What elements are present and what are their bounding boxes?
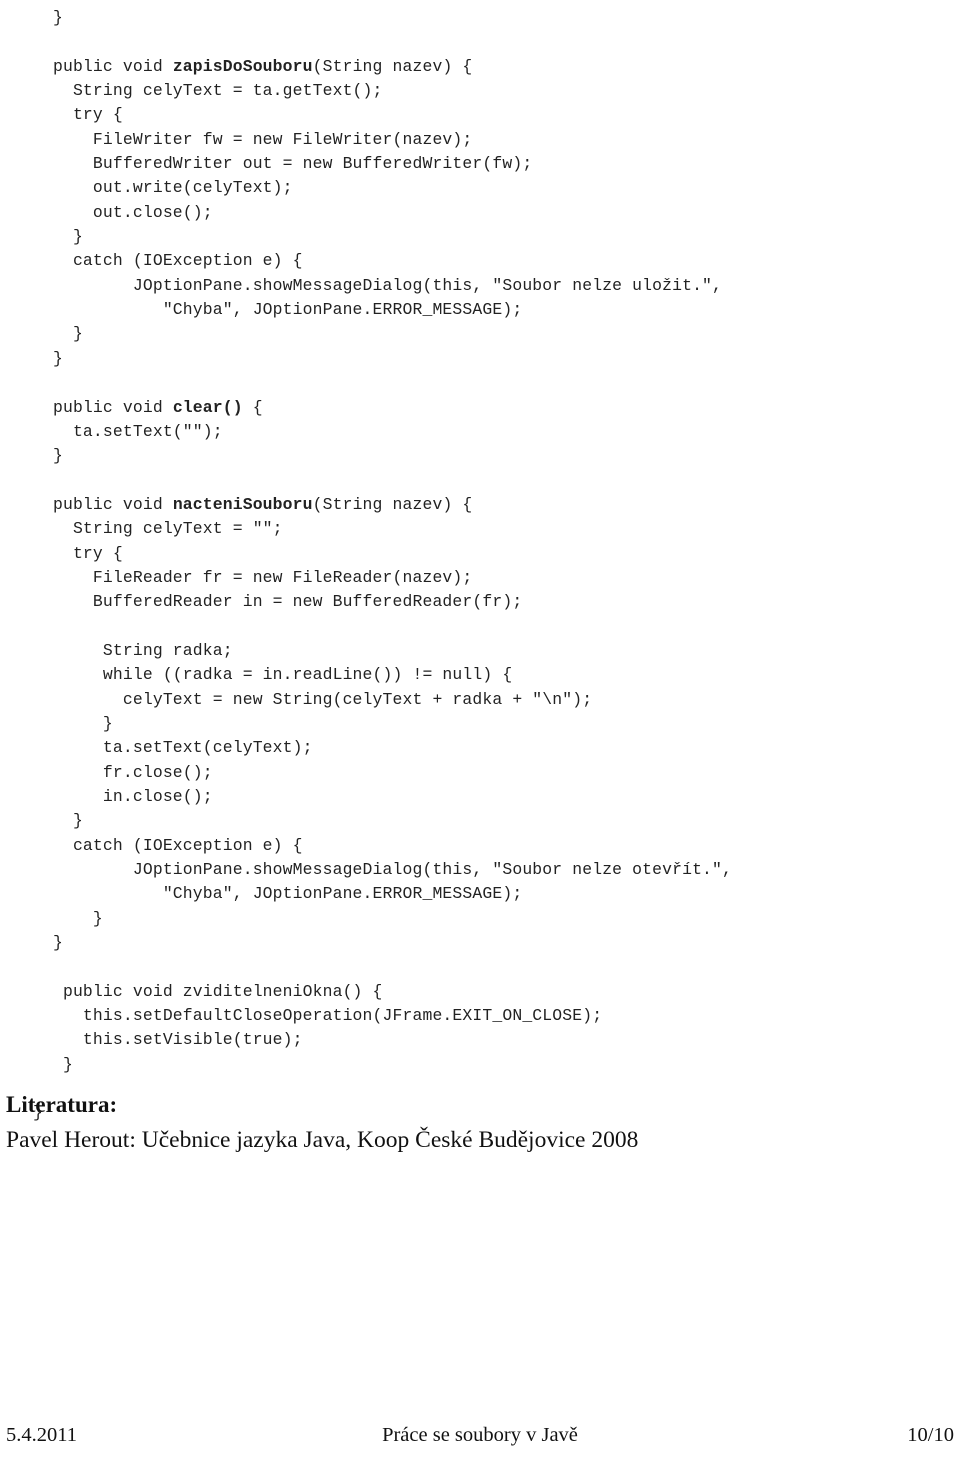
footer-page-number: 10/10 <box>907 1424 954 1446</box>
page-footer: 5.4.2011 Práce se soubory v Javě 10/10 <box>0 1424 960 1458</box>
code-line: } <box>33 324 83 344</box>
code-line: } <box>33 908 103 928</box>
code-line: String celyText = ""; <box>33 519 283 539</box>
code-line: public void clear() { <box>33 397 263 417</box>
code-line: public void zapisDoSouboru(String nazev)… <box>33 56 473 76</box>
code-line: public void nacteniSouboru(String nazev)… <box>33 494 473 514</box>
code-line: FileReader fr = new FileReader(nazev); <box>33 567 473 587</box>
code-line: celyText = new String(celyText + radka +… <box>33 689 593 709</box>
code-line: FileWriter fw = new FileWriter(nazev); <box>33 129 473 149</box>
code-line: fr.close(); <box>33 762 213 782</box>
code-line: } <box>33 811 83 831</box>
footer-title: Práce se soubory v Javě <box>382 1424 578 1446</box>
code-line: JOptionPane.showMessageDialog(this, "Sou… <box>33 275 723 295</box>
code-line: out.close(); <box>33 202 213 222</box>
code-line: } <box>33 8 63 27</box>
code-line: ta.setText(celyText); <box>33 738 313 758</box>
code-line: } <box>33 1054 73 1074</box>
code-line: } <box>33 933 63 953</box>
code-line: BufferedReader in = new BufferedReader(f… <box>33 592 523 612</box>
code-line: "Chyba", JOptionPane.ERROR_MESSAGE); <box>33 884 523 904</box>
code-line: String celyText = ta.getText(); <box>33 81 383 101</box>
code-line: out.write(celyText); <box>33 178 293 198</box>
code-line: public void zviditelneniOkna() { <box>33 981 383 1001</box>
code-line: try { <box>33 105 123 125</box>
code-line: while ((radka = in.readLine()) != null) … <box>33 665 513 685</box>
code-line: JOptionPane.showMessageDialog(this, "Sou… <box>33 860 733 880</box>
code-listing: } public void zapisDoSouboru(String naze… <box>33 6 933 1126</box>
code-method-name: nacteniSouboru <box>172 494 313 514</box>
literature-citation: Pavel Herout: Učebnice jazyka Java, Koop… <box>6 1127 639 1153</box>
code-line: this.setDefaultCloseOperation(JFrame.EXI… <box>33 1006 603 1026</box>
code-line: try { <box>33 543 123 563</box>
code-line: catch (IOException e) { <box>33 835 303 855</box>
code-line: "Chyba", JOptionPane.ERROR_MESSAGE); <box>33 300 523 320</box>
code-line: } <box>33 348 63 368</box>
literature-heading: Literatura: <box>6 1092 118 1117</box>
code-line: in.close(); <box>33 787 213 806</box>
code-line: } <box>33 713 113 733</box>
code-line: catch (IOException e) { <box>33 251 303 271</box>
code-line: ta.setText(""); <box>33 421 223 441</box>
code-line: } <box>33 227 83 247</box>
code-method-name: clear() <box>172 397 243 417</box>
code-line: String radka; <box>33 640 233 660</box>
code-method-name: zapisDoSouboru <box>172 56 313 76</box>
literature-block: Literatura: Pavel Herout: Učebnice jazyk… <box>6 1090 936 1156</box>
code-line: } <box>33 446 63 466</box>
code-line: this.setVisible(true); <box>33 1030 303 1050</box>
code-line: BufferedWriter out = new BufferedWriter(… <box>33 154 533 174</box>
